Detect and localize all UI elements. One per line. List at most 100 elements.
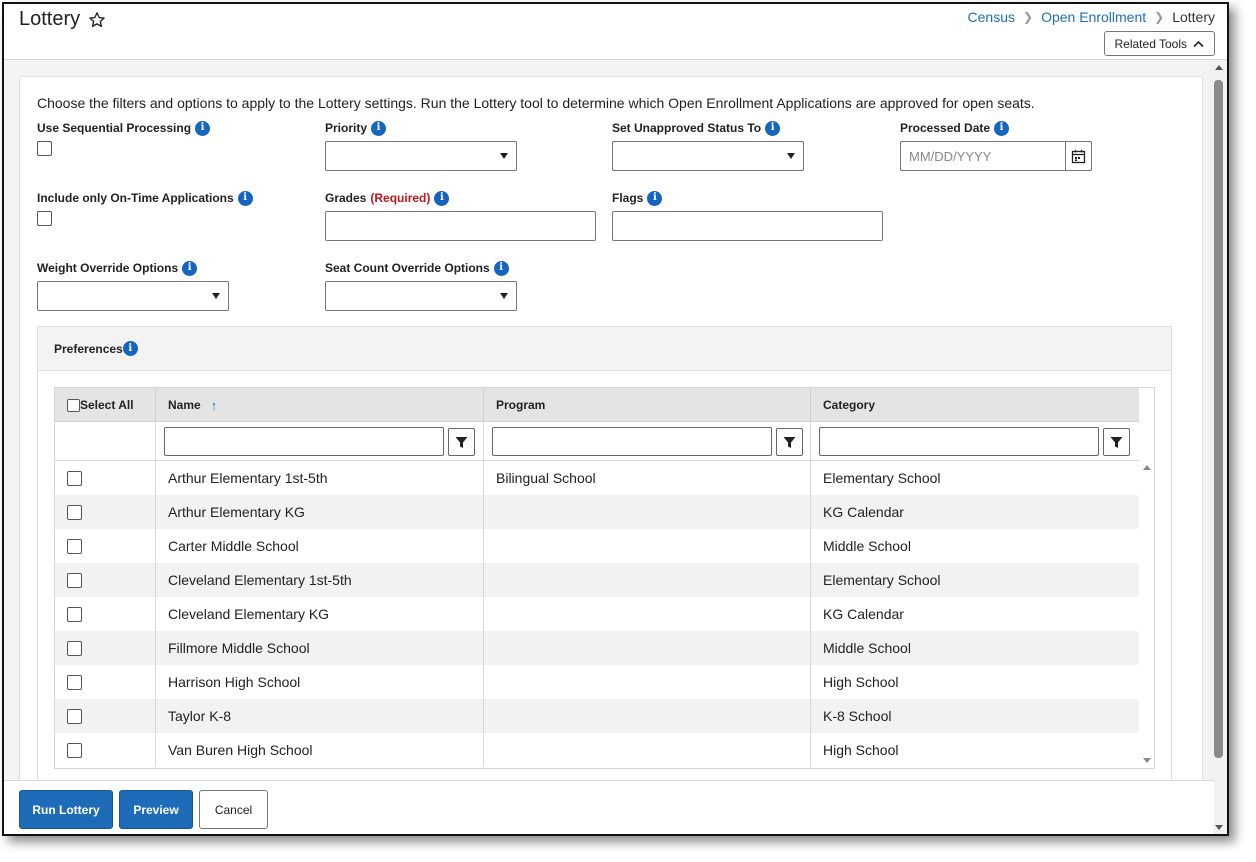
- info-icon[interactable]: i: [647, 190, 663, 206]
- select-all-header: Select All: [55, 388, 156, 422]
- category-filter-button[interactable]: [1103, 428, 1130, 456]
- seat-count-override-select[interactable]: [325, 281, 517, 311]
- page-title: Lottery: [19, 8, 106, 31]
- grades-field: Grades (Required) i: [325, 189, 596, 241]
- weight-override-select[interactable]: [37, 281, 229, 311]
- priority-label: Priority: [325, 121, 368, 135]
- column-header-name[interactable]: Name ↑: [156, 388, 484, 422]
- on-time-field: Include only On-Time Applications i: [37, 189, 253, 226]
- preferences-title: Preferences: [54, 341, 123, 356]
- program-cell: [484, 699, 811, 733]
- program-filter-input[interactable]: [492, 427, 772, 456]
- category-filter-input[interactable]: [819, 427, 1099, 456]
- row-select-cell: [55, 699, 156, 733]
- scroll-down-icon[interactable]: [1143, 758, 1151, 763]
- row-checkbox[interactable]: [67, 742, 82, 758]
- priority-select[interactable]: [325, 141, 517, 171]
- processed-date-input[interactable]: MM/DD/YYYY: [900, 141, 1065, 171]
- info-icon[interactable]: i: [994, 120, 1010, 136]
- row-checkbox[interactable]: [67, 674, 82, 690]
- preferences-grid: Select All Name ↑ Program Category Arthu…: [54, 387, 1155, 769]
- name-filter-button[interactable]: [448, 428, 475, 456]
- table-row[interactable]: Arthur Elementary KG KG Calendar: [55, 495, 1139, 529]
- on-time-label: Include only On-Time Applications: [37, 191, 234, 205]
- row-checkbox[interactable]: [67, 538, 82, 554]
- scroll-down-icon[interactable]: [1215, 825, 1223, 830]
- row-checkbox[interactable]: [67, 606, 82, 622]
- flags-label: Flags: [612, 191, 644, 205]
- action-footer: Run Lottery Preview Cancel: [4, 780, 1214, 834]
- info-icon[interactable]: i: [237, 190, 253, 206]
- filter-icon: [1110, 436, 1123, 448]
- scroll-up-icon[interactable]: [1215, 65, 1223, 70]
- info-icon[interactable]: i: [765, 120, 781, 136]
- table-row[interactable]: Harrison High School High School: [55, 665, 1139, 699]
- row-checkbox[interactable]: [67, 504, 82, 520]
- program-cell: [484, 529, 811, 563]
- table-row[interactable]: Cleveland Elementary 1st-5th Elementary S…: [55, 563, 1139, 597]
- calendar-button[interactable]: [1065, 141, 1092, 171]
- page-title-text: Lottery: [19, 8, 81, 30]
- table-row[interactable]: Taylor K-8 K-8 School: [55, 699, 1139, 733]
- sequential-processing-label: Use Sequential Processing: [37, 121, 192, 135]
- caret-down-icon: [500, 293, 508, 299]
- table-row[interactable]: Fillmore Middle School Middle School: [55, 631, 1139, 665]
- info-icon[interactable]: i: [371, 120, 387, 136]
- table-row[interactable]: Cleveland Elementary KG KG Calendar: [55, 597, 1139, 631]
- chevron-up-icon: [1193, 40, 1204, 47]
- table-row[interactable]: Van Buren High School High School: [55, 733, 1139, 767]
- name-filter-input[interactable]: [164, 427, 444, 456]
- row-checkbox[interactable]: [67, 640, 82, 656]
- category-column-label: Category: [823, 398, 876, 412]
- table-row[interactable]: Arthur Elementary 1st-5th Bilingual Schoo…: [55, 461, 1139, 495]
- row-select-cell: [55, 665, 156, 699]
- chevron-right-icon: ❯: [1023, 10, 1034, 24]
- on-time-checkbox[interactable]: [37, 211, 52, 226]
- info-icon[interactable]: i: [195, 120, 211, 136]
- program-filter-button[interactable]: [776, 428, 803, 456]
- info-icon[interactable]: i: [434, 190, 450, 206]
- select-all-checkbox[interactable]: [67, 398, 80, 412]
- breadcrumb: Census ❯ Open Enrollment ❯ Lottery: [968, 9, 1215, 25]
- sequential-processing-checkbox[interactable]: [37, 141, 52, 156]
- info-icon[interactable]: i: [182, 260, 198, 276]
- row-checkbox[interactable]: [67, 470, 82, 486]
- caret-down-icon: [500, 153, 508, 159]
- column-header-category[interactable]: Category: [811, 388, 1139, 422]
- name-cell: Arthur Elementary 1st-5th: [156, 461, 484, 495]
- processed-date-label: Processed Date: [900, 121, 991, 135]
- unapproved-status-label: Set Unapproved Status To: [612, 121, 762, 135]
- preview-button[interactable]: Preview: [119, 790, 193, 829]
- info-icon[interactable]: i: [493, 260, 509, 276]
- star-icon[interactable]: [88, 11, 106, 29]
- grid-scrollbar[interactable]: [1139, 461, 1154, 768]
- run-lottery-button[interactable]: Run Lottery: [19, 790, 113, 829]
- name-cell: Cleveland Elementary KG: [156, 597, 484, 631]
- breadcrumb-open-enrollment[interactable]: Open Enrollment: [1041, 9, 1146, 25]
- lottery-window: Lottery Census ❯ Open Enrollment ❯ Lotte…: [2, 2, 1229, 836]
- name-cell: Cleveland Elementary 1st-5th: [156, 563, 484, 597]
- page-scroll-thumb[interactable]: [1214, 80, 1223, 758]
- scroll-up-icon[interactable]: [1143, 465, 1151, 470]
- table-row[interactable]: Carter Middle School Middle School: [55, 529, 1139, 563]
- row-checkbox[interactable]: [67, 708, 82, 724]
- info-icon[interactable]: i: [122, 341, 138, 356]
- page-header: Lottery Census ❯ Open Enrollment ❯ Lotte…: [4, 4, 1227, 60]
- filter-icon: [455, 436, 468, 448]
- row-checkbox[interactable]: [67, 572, 82, 588]
- required-indicator: (Required): [370, 191, 431, 205]
- name-cell: Fillmore Middle School: [156, 631, 484, 665]
- category-cell: Elementary School: [823, 572, 941, 588]
- breadcrumb-census[interactable]: Census: [968, 9, 1015, 25]
- flags-input[interactable]: [612, 211, 883, 241]
- related-tools-button[interactable]: Related Tools: [1103, 31, 1215, 56]
- seat-count-override-field: Seat Count Override Options i: [325, 259, 517, 311]
- unapproved-status-select[interactable]: [612, 141, 804, 171]
- name-cell: Taylor K-8: [156, 699, 484, 733]
- row-select-cell: [55, 597, 156, 631]
- cancel-button[interactable]: Cancel: [199, 790, 268, 829]
- page-scrollbar[interactable]: [1210, 60, 1227, 834]
- grades-input[interactable]: [325, 211, 596, 241]
- column-header-program[interactable]: Program: [484, 388, 811, 422]
- program-cell: Bilingual School: [484, 461, 811, 495]
